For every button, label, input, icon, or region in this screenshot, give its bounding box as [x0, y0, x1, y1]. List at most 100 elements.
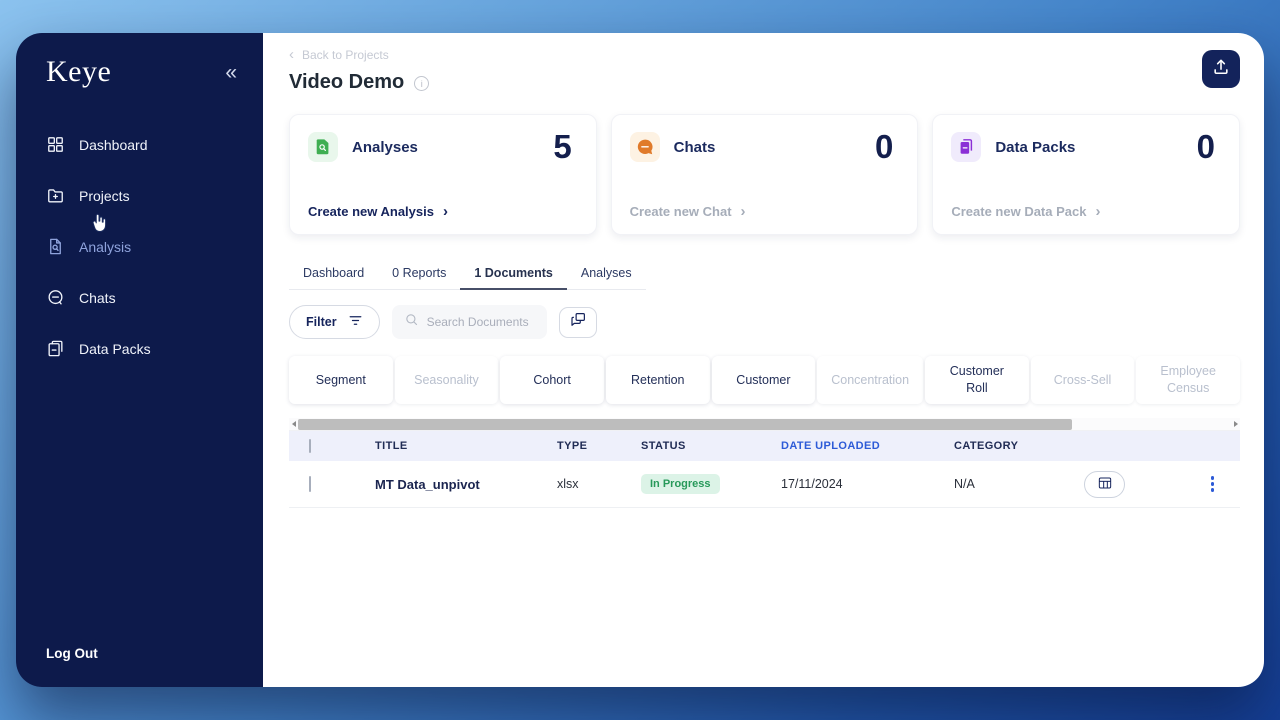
stacked-docs-icon [46, 339, 65, 358]
filter-icon [348, 313, 363, 331]
chat-with-documents-button[interactable] [559, 307, 597, 338]
document-category: N/A [954, 477, 1084, 491]
documents-table: TITLE TYPE STATUS DATE UPLOADED CATEGORY… [289, 430, 1240, 508]
action-label: Create new Analysis [308, 204, 434, 219]
status-badge: In Progress [641, 474, 720, 494]
filter-button[interactable]: Filter [289, 305, 380, 339]
tab-documents[interactable]: 1 Documents [460, 260, 567, 290]
search-input[interactable] [427, 315, 542, 329]
stat-card-data-packs: Data Packs 0 Create new Data Pack › [932, 114, 1240, 235]
category-employee-census[interactable]: Employee Census [1136, 356, 1240, 404]
grid-icon [46, 135, 65, 154]
create-new-analysis-link[interactable]: Create new Analysis › [308, 203, 448, 220]
sidebar-item-label: Projects [79, 188, 130, 204]
card-label: Data Packs [995, 139, 1075, 156]
document-title[interactable]: MT Data_unpivot [375, 477, 557, 492]
create-new-chat-link[interactable]: Create new Chat › [630, 203, 746, 220]
analysis-category-tabs: Segment Seasonality Cohort Retention Cus… [289, 356, 1240, 404]
table-header-row: TITLE TYPE STATUS DATE UPLOADED CATEGORY [289, 431, 1240, 461]
chat-squares-icon [569, 311, 587, 334]
table-row[interactable]: MT Data_unpivot xlsx In Progress 17/11/2… [289, 461, 1240, 508]
main-panel: ‹ Back to Projects Video Demo i [263, 33, 1264, 687]
chat-bubble-icon [46, 288, 65, 307]
chats-count: 0 [875, 128, 893, 166]
card-label: Chats [674, 139, 716, 156]
sidebar-item-label: Chats [79, 290, 116, 306]
column-header-title[interactable]: TITLE [375, 440, 557, 452]
upload-icon [1211, 57, 1231, 82]
search-box [392, 305, 547, 339]
document-type: xlsx [557, 477, 641, 491]
info-icon[interactable]: i [414, 76, 429, 91]
page-header: Video Demo i [289, 71, 1240, 94]
section-tabs: Dashboard 0 Reports 1 Documents Analyses [289, 260, 646, 290]
sidebar-item-projects[interactable]: Projects [16, 170, 263, 221]
sidebar-item-data-packs[interactable]: Data Packs [16, 323, 263, 374]
column-header-type[interactable]: TYPE [557, 440, 641, 452]
category-cohort[interactable]: Cohort [500, 356, 604, 404]
upload-button[interactable] [1202, 50, 1240, 88]
create-new-data-pack-link[interactable]: Create new Data Pack › [951, 203, 1100, 220]
chevron-right-icon: › [1095, 203, 1100, 220]
column-header-date-uploaded[interactable]: DATE UPLOADED [781, 440, 954, 452]
stat-card-chats: Chats 0 Create new Chat › [611, 114, 919, 235]
sidebar-header: Keye « [16, 33, 263, 95]
sidebar-item-label: Data Packs [79, 341, 151, 357]
scrollbar-track[interactable] [298, 418, 1231, 430]
folder-plus-icon [46, 186, 65, 205]
row-checkbox[interactable] [309, 476, 311, 492]
document-date-uploaded: 17/11/2024 [781, 477, 954, 491]
category-retention[interactable]: Retention [606, 356, 710, 404]
category-segment[interactable]: Segment [289, 356, 393, 404]
filter-label: Filter [306, 315, 337, 329]
action-label: Create new Chat [630, 204, 732, 219]
category-cross-sell[interactable]: Cross-Sell [1031, 356, 1135, 404]
stat-card-analyses: Analyses 5 Create new Analysis › [289, 114, 597, 235]
scroll-right-arrow[interactable] [1231, 418, 1240, 430]
stat-cards: Analyses 5 Create new Analysis › Chats [289, 114, 1240, 235]
card-label: Analyses [352, 139, 418, 156]
tab-dashboard[interactable]: Dashboard [289, 260, 378, 289]
column-header-status[interactable]: STATUS [641, 440, 781, 452]
documents-toolbar: Filter [289, 305, 1240, 339]
keye-logo: Keye [46, 55, 111, 89]
category-seasonality[interactable]: Seasonality [395, 356, 499, 404]
select-all-checkbox[interactable] [309, 439, 311, 453]
category-customer-roll[interactable]: Customer Roll [925, 356, 1029, 404]
horizontal-scrollbar [289, 418, 1240, 430]
row-menu-button[interactable] [1207, 472, 1219, 496]
analyses-document-icon [308, 132, 338, 162]
page-background: Keye « Dashboard Projects [0, 0, 1280, 720]
category-customer[interactable]: Customer [712, 356, 816, 404]
back-link-label: Back to Projects [302, 48, 389, 62]
page-title: Video Demo [289, 71, 404, 94]
logout-button[interactable]: Log Out [16, 646, 263, 687]
data-packs-icon [951, 132, 981, 162]
sidebar-item-chats[interactable]: Chats [16, 272, 263, 323]
sidebar: Keye « Dashboard Projects [16, 33, 263, 687]
sidebar-nav: Dashboard Projects Analysis [16, 119, 263, 374]
search-icon [404, 312, 419, 332]
tab-reports[interactable]: 0 Reports [378, 260, 460, 289]
chevron-right-icon: › [443, 203, 448, 220]
sidebar-collapse-icon[interactable]: « [225, 62, 237, 83]
chevron-left-icon: ‹ [289, 47, 294, 62]
view-table-button[interactable] [1084, 471, 1125, 498]
data-packs-count: 0 [1197, 128, 1215, 166]
document-search-icon [46, 237, 65, 256]
chevron-right-icon: › [741, 203, 746, 220]
scrollbar-thumb[interactable] [298, 419, 1072, 430]
tab-analyses[interactable]: Analyses [567, 260, 646, 289]
column-header-category[interactable]: CATEGORY [954, 440, 1084, 452]
app-window: Keye « Dashboard Projects [16, 33, 1264, 687]
back-to-projects-link[interactable]: ‹ Back to Projects [289, 48, 389, 62]
scroll-left-arrow[interactable] [289, 418, 298, 430]
category-concentration[interactable]: Concentration [817, 356, 923, 404]
chats-bubble-icon [630, 132, 660, 162]
sidebar-item-analysis[interactable]: Analysis [16, 221, 263, 272]
action-label: Create new Data Pack [951, 204, 1086, 219]
sidebar-item-label: Dashboard [79, 137, 148, 153]
sidebar-item-dashboard[interactable]: Dashboard [16, 119, 263, 170]
analyses-count: 5 [553, 128, 571, 166]
sidebar-item-label: Analysis [79, 239, 131, 255]
